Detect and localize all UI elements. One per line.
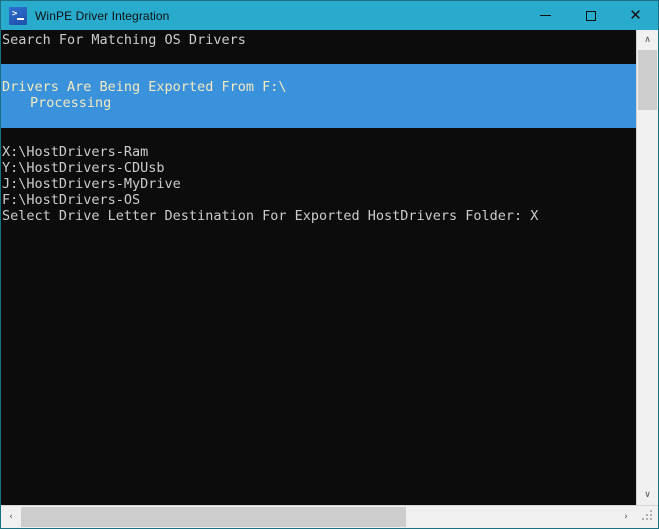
minimize-icon — [540, 15, 551, 16]
horizontal-scroll-track[interactable] — [21, 506, 616, 528]
title-bar[interactable]: > WinPE Driver Integration ✕ — [1, 1, 658, 30]
close-icon: ✕ — [629, 7, 642, 24]
minimize-button[interactable] — [523, 1, 568, 30]
console-line: Y:\HostDrivers-CDUsb — [2, 160, 165, 176]
maximize-icon — [585, 10, 596, 21]
scroll-right-icon[interactable]: › — [616, 506, 636, 528]
prompt-underscore-glyph — [17, 17, 24, 20]
horizontal-scrollbar[interactable]: ‹ › — [1, 506, 636, 528]
progress-bar-region: Drivers Are Being Exported From F:\ Proc… — [1, 64, 636, 128]
scroll-left-icon[interactable]: ‹ — [1, 506, 21, 528]
console-window: > WinPE Driver Integration ✕ Search For … — [0, 0, 659, 529]
maximize-button[interactable] — [568, 1, 613, 30]
window-title: WinPE Driver Integration — [35, 8, 170, 23]
console-line: F:\HostDrivers-OS — [2, 192, 141, 208]
vertical-scroll-track[interactable] — [637, 50, 658, 485]
window-controls: ✕ — [523, 1, 658, 30]
console-output[interactable]: Search For Matching OS Drivers Drivers A… — [1, 30, 636, 505]
vertical-scroll-thumb[interactable] — [638, 50, 657, 110]
progress-status: Processing — [30, 95, 112, 111]
scroll-up-icon[interactable]: ∧ — [637, 30, 658, 50]
progress-activity: Drivers Are Being Exported From F:\ — [2, 79, 287, 95]
console-line: J:\HostDrivers-MyDrive — [2, 176, 181, 192]
console-line-header: Search For Matching OS Drivers — [2, 32, 246, 48]
powershell-icon: > — [9, 6, 27, 25]
console-prompt-line[interactable]: Select Drive Letter Destination For Expo… — [1, 208, 636, 224]
horizontal-scrollbar-row: ‹ › — [1, 505, 658, 528]
console-line: X:\HostDrivers-Ram — [2, 144, 149, 160]
console-area: Search For Matching OS Drivers Drivers A… — [1, 30, 658, 505]
scroll-down-icon[interactable]: ∨ — [637, 485, 658, 505]
horizontal-scroll-thumb[interactable] — [21, 507, 406, 527]
resize-grip[interactable] — [636, 506, 658, 528]
vertical-scrollbar[interactable]: ∧ ∨ — [636, 30, 658, 505]
close-button[interactable]: ✕ — [613, 1, 658, 30]
